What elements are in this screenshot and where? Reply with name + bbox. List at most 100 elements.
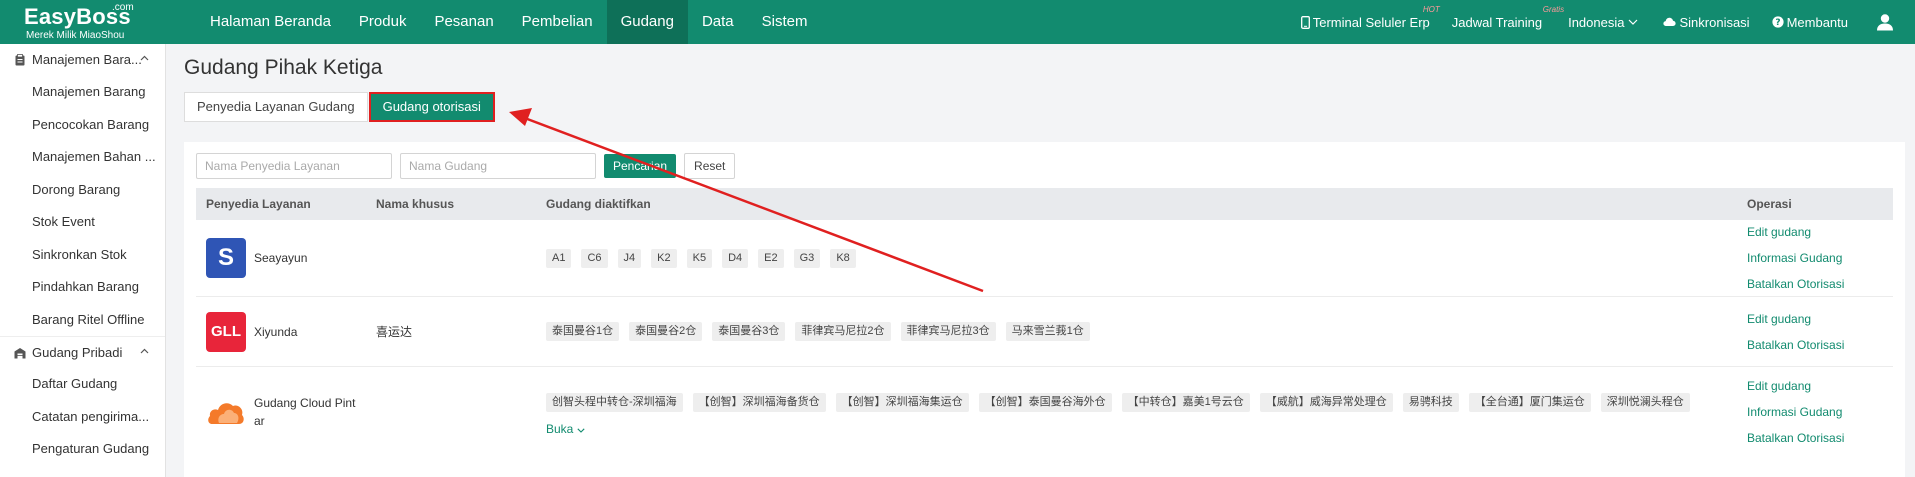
warehouse-chip: 【创智】深圳福海备货仓 — [692, 392, 826, 412]
user-icon — [1877, 14, 1893, 31]
sidebar-item-shipping-records[interactable]: Catatan pengirima... — [0, 401, 166, 434]
content-panel: Pencarian Reset Penyedia Layanan Nama kh… — [184, 142, 1905, 477]
language-selector[interactable]: Indonesia — [1568, 15, 1641, 30]
sidebar-group-private-warehouse[interactable]: Gudang Pribadi — [0, 336, 165, 368]
warehouse-chip: 【威航】威海异常处理仓 — [1259, 392, 1393, 412]
pintar-cloud-logo — [206, 392, 246, 432]
user-menu[interactable] — [1876, 13, 1897, 31]
sidebar-group-product-management[interactable]: Manajemen Bara... — [0, 44, 165, 76]
chevron-up-icon — [140, 348, 149, 354]
language-label: Indonesia — [1568, 14, 1625, 30]
logo-com: .com — [112, 2, 134, 13]
custom-name-cell — [366, 367, 536, 457]
edit-warehouse-link[interactable]: Edit gudang — [1747, 373, 1893, 399]
tab-bar: Penyedia Layanan Gudang Gudang otorisasi — [184, 92, 495, 122]
provider-name: Gudang Cloud Pint ar — [254, 396, 356, 428]
clipboard-icon — [15, 54, 25, 66]
cloud-logo-icon — [208, 403, 244, 424]
warehouse-table: Penyedia Layanan Nama khusus Gudang diak… — [196, 188, 1893, 457]
expand-label: Buka — [546, 421, 574, 436]
edit-warehouse-link[interactable]: Edit gudang — [1747, 306, 1893, 332]
provider-cell: GLL Xiyunda — [196, 297, 366, 366]
sidebar-item-product-matching[interactable]: Pencocokan Barang — [0, 109, 166, 142]
tab-warehouse-providers[interactable]: Penyedia Layanan Gudang — [184, 92, 368, 122]
sidebar-item-offline-retail[interactable]: Barang Ritel Offline — [0, 304, 166, 337]
edit-warehouse-link[interactable]: Edit gudang — [1747, 219, 1893, 245]
table-row: GLL Xiyunda 喜运达 泰国曼谷1仓 泰国曼谷2仓 泰国曼谷3仓 菲律宾… — [196, 297, 1893, 367]
reset-button[interactable]: Reset — [684, 153, 736, 179]
tab-authorized-warehouses[interactable]: Gudang otorisasi — [368, 92, 495, 122]
nav-data[interactable]: Data — [688, 0, 748, 44]
sidebar-item-warehouse-list[interactable]: Daftar Gudang — [0, 368, 166, 401]
sidebar-item-push-products[interactable]: Dorong Barang — [0, 174, 166, 207]
sync-link[interactable]: Sinkronisasi — [1663, 14, 1750, 30]
provider-name: Xiyunda — [254, 324, 298, 339]
warehouse-chip: 菲律宾马尼拉2仓 — [795, 322, 891, 341]
provider-name-input[interactable] — [196, 153, 392, 179]
training-link[interactable]: Jadwal Training Gratis — [1452, 5, 1564, 30]
nav-warehouse[interactable]: Gudang — [606, 0, 688, 44]
warehouse-chips: A1 C6 J4 K2 K5 D4 E2 G3 K8 — [536, 220, 1737, 296]
logo-subtitle: Merek Milik MiaoShou — [26, 30, 125, 41]
logo-letters: GLL — [211, 323, 241, 340]
warehouse-name-input[interactable] — [400, 153, 596, 179]
hot-badge: HOT — [1422, 4, 1440, 14]
warehouse-chip: J4 — [617, 248, 642, 268]
chevron-down-icon — [577, 427, 585, 433]
chevron-down-icon — [1629, 19, 1638, 25]
warehouse-chip: 【全台通】厦门集运仓 — [1468, 392, 1591, 412]
warehouse-chip: C6 — [581, 248, 608, 268]
cancel-authorization-link[interactable]: Batalkan Otorisasi — [1747, 332, 1893, 358]
seayayun-logo: S — [206, 238, 246, 278]
filter-bar: Pencarian Reset — [196, 153, 736, 179]
cancel-authorization-link[interactable]: Batalkan Otorisasi — [1747, 425, 1893, 451]
warehouse-chip: 泰国曼谷3仓 — [712, 322, 786, 341]
page-title: Gudang Pihak Ketiga — [184, 56, 383, 79]
nav-products[interactable]: Produk — [345, 0, 421, 44]
app-logo[interactable]: EasyBoss .com Merek Milik MiaoShou — [24, 2, 154, 42]
sidebar-group-label: Manajemen Bara... — [32, 52, 142, 67]
warehouse-info-link[interactable]: Informasi Gudang — [1747, 399, 1893, 425]
warehouse-chip: 菲律宾马尼拉3仓 — [900, 322, 996, 341]
warehouse-info-link[interactable]: Informasi Gudang — [1747, 245, 1893, 271]
sidebar-item-event-stock[interactable]: Stok Event — [0, 206, 166, 239]
nav-home[interactable]: Halaman Beranda — [196, 0, 345, 44]
warehouse-chips: 泰国曼谷1仓 泰国曼谷2仓 泰国曼谷3仓 菲律宾马尼拉2仓 菲律宾马尼拉3仓 马… — [536, 297, 1737, 366]
nav-orders[interactable]: Pesanan — [420, 0, 507, 44]
expand-link[interactable]: Buka — [546, 422, 1737, 436]
warehouse-chip: E2 — [758, 248, 784, 268]
warehouse-chip: 马来雪兰莪1仓 — [1005, 322, 1090, 341]
sidebar-item-material-management[interactable]: Manajemen Bahan ... — [0, 141, 166, 174]
sidebar-item-product-management[interactable]: Manajemen Barang — [0, 76, 166, 109]
nav-system[interactable]: Sistem — [748, 0, 822, 44]
svg-text:?: ? — [1775, 18, 1780, 28]
top-right-menu: Terminal Seluler Erp HOT Jadwal Training… — [1279, 0, 1897, 44]
operations-cell: Edit gudang Informasi Gudang Batalkan Ot… — [1737, 367, 1893, 457]
header-custom-name: Nama khusus — [376, 197, 455, 211]
cancel-authorization-link[interactable]: Batalkan Otorisasi — [1747, 271, 1893, 297]
help-icon: ? — [1771, 16, 1784, 28]
operations-cell: Edit gudang Informasi Gudang Batalkan Ot… — [1737, 220, 1893, 296]
custom-name-cell: 喜运达 — [376, 325, 413, 339]
logo-letter: S — [217, 244, 234, 271]
mobile-terminal-link[interactable]: Terminal Seluler Erp HOT — [1300, 5, 1440, 30]
warehouse-chip: G3 — [793, 248, 821, 268]
top-bar: EasyBoss .com Merek Milik MiaoShou Halam… — [0, 0, 1915, 44]
sync-label: Sinkronisasi — [1679, 14, 1750, 30]
sidebar-item-move-products[interactable]: Pindahkan Barang — [0, 271, 166, 304]
warehouse-chip: 深圳悦澜头程仓 — [1600, 392, 1690, 412]
custom-name-cell — [366, 220, 536, 296]
search-button[interactable]: Pencarian — [604, 154, 677, 178]
sidebar-item-warehouse-settings[interactable]: Pengaturan Gudang — [0, 433, 166, 466]
provider-cell: Gudang Cloud Pint ar — [196, 367, 366, 457]
sidebar-item-sync-stock[interactable]: Sinkronkan Stok — [0, 239, 166, 272]
mobile-terminal-label: Terminal Seluler Erp — [1312, 14, 1430, 30]
help-label: Membantu — [1786, 14, 1848, 30]
header-warehouses: Gudang diaktifkan — [546, 197, 651, 211]
sidebar: Manajemen Bara... Manajemen Barang Penco… — [0, 44, 166, 477]
provider-name: Seayayun — [254, 251, 308, 265]
help-link[interactable]: ? Membantu — [1771, 14, 1848, 30]
warehouse-chip: 泰国曼谷2仓 — [629, 322, 703, 341]
sidebar-group-label: Gudang Pribadi — [32, 344, 123, 360]
nav-purchases[interactable]: Pembelian — [508, 0, 607, 44]
